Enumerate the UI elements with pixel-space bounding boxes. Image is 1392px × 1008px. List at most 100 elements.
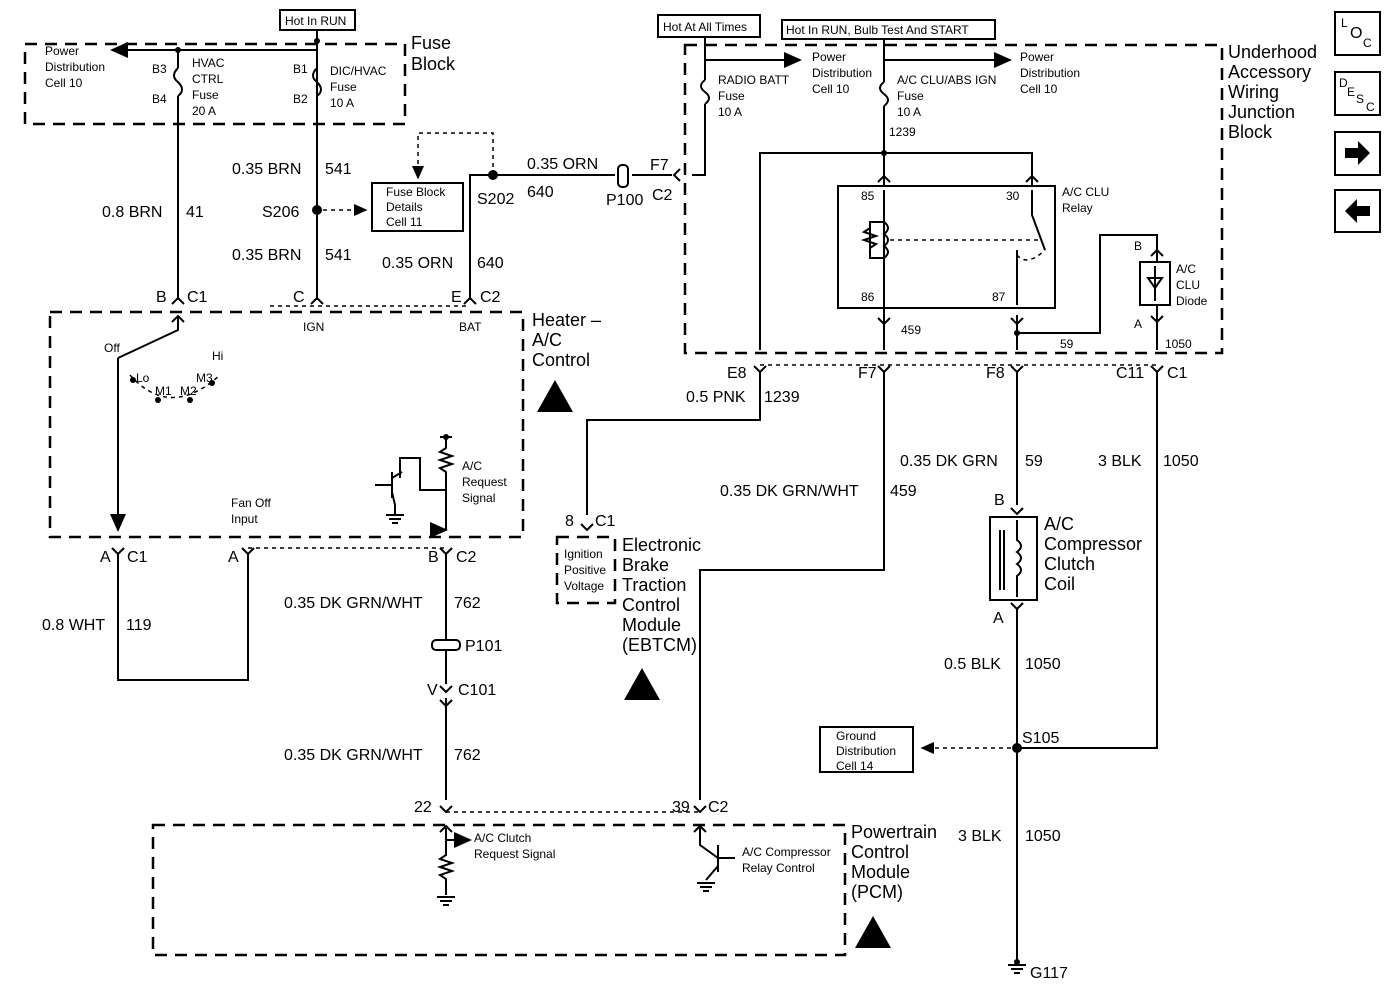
compressor-title: Compressor: [1044, 534, 1142, 554]
diode-pin-a: A: [1134, 317, 1142, 331]
power-dist-label: Power: [1020, 50, 1054, 64]
pullup-resistor-icon: [436, 436, 456, 530]
relay-control-label: A/C Compressor: [742, 845, 831, 859]
wire-label: 0.35 DK GRN/WHT: [284, 595, 423, 612]
pin-30: 30: [1006, 189, 1020, 203]
pin-b2: B2: [293, 92, 308, 106]
wire-segment: [1012, 743, 1022, 753]
heater-ac-control: B C1 C E C2 IGN BAT Off Lo M1 M2 M3 Hi F…: [48, 289, 601, 539]
splice-s206: S206: [262, 204, 299, 221]
transistor-icon: [699, 828, 735, 881]
ref-label: Distribution: [836, 744, 896, 758]
hot-run-bulb-start-label: Hot In RUN, Bulb Test And START: [786, 23, 969, 37]
heater-title: Heater –: [532, 310, 601, 330]
wire-segment: [881, 150, 887, 156]
pin-b4: B4: [152, 92, 167, 106]
wire-number: 541: [325, 247, 352, 264]
compressor-clutch-coil-icon: [989, 516, 1038, 601]
esd-warning-icon: [537, 380, 573, 412]
connector-c2: C2: [456, 549, 477, 566]
connector-f7: F7: [858, 365, 877, 382]
switch-pos-hi: Hi: [212, 349, 223, 363]
wire-segment: [111, 547, 453, 556]
connector-f8: F8: [986, 365, 1005, 382]
junction-title: Wiring: [1228, 82, 1279, 102]
desc-button[interactable]: D E S C: [1334, 71, 1381, 116]
connector-b: B: [428, 549, 439, 566]
splice-p100: P100: [606, 192, 643, 209]
wire-segment: [412, 132, 494, 180]
hvac-fuse-label: CTRL: [192, 72, 224, 86]
pin-86: 86: [861, 290, 875, 304]
wire-number: 1050: [1025, 828, 1061, 845]
previous-page-button[interactable]: [1334, 189, 1381, 233]
ref-label: Cell 14: [836, 759, 874, 773]
hvac-fuse-label: HVAC: [192, 56, 225, 70]
switch-pos-m2: M2: [180, 384, 197, 398]
wire-segment: [48, 310, 525, 539]
heater-title: Control: [532, 350, 590, 370]
splice-s202: S202: [477, 191, 514, 208]
connector-c11: C11: [1116, 365, 1144, 382]
ref-label: Cell 11: [386, 215, 423, 229]
wire-number: 59: [1060, 337, 1074, 351]
pulldown-resistor-icon: [436, 828, 456, 895]
hvac-fuse-label: Fuse: [192, 88, 219, 102]
wire-segment: [1146, 266, 1164, 301]
connector-a: A: [100, 549, 111, 566]
wiring-diagram: Hot In RUN Fuse Block Power Distribution…: [23, 9, 1381, 982]
wire-segment: [672, 168, 681, 182]
pin-b3: B3: [152, 62, 167, 76]
fan-switch-icon: [117, 316, 179, 359]
wire-number: 1050: [1025, 656, 1061, 673]
fan-off-label: Fan Off: [231, 496, 271, 510]
wire-number: 640: [527, 184, 554, 201]
pcm: 22 39 C2 A/C Clutch Request Signal A/C C…: [151, 799, 937, 957]
wire-number: 640: [477, 255, 504, 272]
wire-label: 3 BLK: [958, 828, 1002, 845]
pcm-title: Powertrain: [851, 822, 937, 842]
clu-fuse-label: 10 A: [897, 105, 921, 119]
compressor-title: Clutch: [1044, 554, 1095, 574]
wire-segment: [312, 205, 322, 215]
wire-segment: [1010, 372, 1024, 516]
loc-button[interactable]: L O C: [1334, 11, 1381, 56]
wire-number: 762: [454, 747, 481, 764]
power-dist-label: Distribution: [812, 66, 872, 80]
connector-c2: C2: [480, 289, 501, 306]
wire-label: 0.5 BLK: [944, 656, 1001, 673]
power-dist-label: Distribution: [45, 60, 105, 74]
left-wires: 0.35 BRN 541 0.8 BRN 41 S206 0.35 BRN 54…: [102, 132, 681, 300]
ebtcm-title: Control: [622, 595, 680, 615]
pin-b1: B1: [293, 62, 308, 76]
wire-segment: [683, 43, 1224, 355]
fan-off-label: Input: [231, 512, 258, 526]
ac-request-label: Signal: [462, 491, 495, 505]
hot-at-all-times-label: Hot At All Times: [663, 20, 747, 34]
wire-number: 1050: [1165, 337, 1192, 351]
ac-request-label: Request: [462, 475, 507, 489]
radio-fuse-label: Fuse: [718, 89, 745, 103]
power-dist-label: Power: [812, 50, 846, 64]
ground-icon: [386, 505, 404, 524]
ebtcm-title: Brake: [622, 555, 669, 575]
heater-output-wires: A C1 A B C2 0.8 WHT 119 P101 V C101 0.35…: [42, 547, 502, 800]
wire-label: 0.35 BRN: [232, 247, 301, 264]
connector-f7: F7: [650, 157, 669, 174]
next-page-button[interactable]: [1334, 131, 1381, 176]
connector-a: A: [993, 610, 1004, 627]
ebtcm-inner-label: Positive: [564, 563, 606, 577]
junction-title: Block: [1228, 122, 1273, 142]
pcm-title: (PCM): [851, 882, 903, 902]
dic-fuse-label: Fuse: [330, 80, 357, 94]
wire-segment: [171, 296, 477, 305]
desc-letter: E: [1347, 85, 1355, 99]
ebtcm-title: Module: [622, 615, 681, 635]
wire-label: 0.5 PNK: [686, 389, 746, 406]
clu-fuse-icon: [879, 81, 889, 107]
wire-segment: [1010, 602, 1024, 965]
wire-number: 119: [126, 617, 152, 634]
connector-e: E: [451, 289, 462, 306]
pcm-title: Control: [851, 842, 909, 862]
power-dist-label: Cell 10: [1020, 82, 1058, 96]
